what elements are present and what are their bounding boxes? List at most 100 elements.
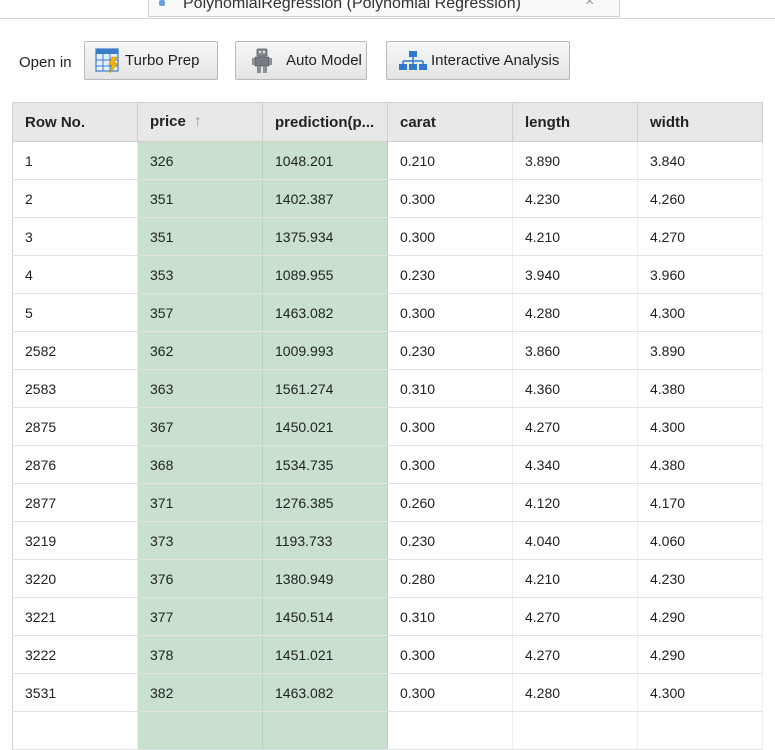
cell-prediction[interactable]: 1048.201 [262, 141, 388, 180]
cell-price[interactable]: 382 [137, 673, 263, 712]
cell-row-no[interactable]: 3531 [12, 673, 138, 712]
cell-carat[interactable]: 0.310 [387, 597, 513, 636]
cell-row-no[interactable]: 2876 [12, 445, 138, 484]
cell-width[interactable]: 4.300 [637, 407, 763, 446]
table-row[interactable]: 3221 377 1450.514 0.310 4.270 4.290 [12, 597, 763, 636]
cell-row-no[interactable]: 2583 [12, 369, 138, 408]
cell-prediction[interactable]: 1450.514 [262, 597, 388, 636]
interactive-analysis-button[interactable]: Interactive Analysis [386, 41, 570, 80]
cell-width[interactable]: 4.380 [637, 445, 763, 484]
cell-prediction[interactable]: 1380.949 [262, 559, 388, 598]
table-row[interactable]: 5 357 1463.082 0.300 4.280 4.300 [12, 293, 763, 332]
cell-width[interactable]: 4.260 [637, 179, 763, 218]
cell-length[interactable]: 4.270 [512, 635, 638, 674]
table-row[interactable]: 3222 378 1451.021 0.300 4.270 4.290 [12, 635, 763, 674]
cell-row-no[interactable]: 2877 [12, 483, 138, 522]
cell-price[interactable]: 353 [137, 255, 263, 294]
table-row[interactable]: 4 353 1089.955 0.230 3.940 3.960 [12, 255, 763, 294]
cell-carat[interactable]: 0.300 [387, 179, 513, 218]
cell-length[interactable]: 3.940 [512, 255, 638, 294]
cell-row-no[interactable]: 2 [12, 179, 138, 218]
cell-width[interactable]: 4.170 [637, 483, 763, 522]
table-row[interactable]: 1 326 1048.201 0.210 3.890 3.840 [12, 141, 763, 180]
table-row[interactable]: 2876 368 1534.735 0.300 4.340 4.380 [12, 445, 763, 484]
cell-price[interactable]: 362 [137, 331, 263, 370]
cell-carat[interactable]: 0.260 [387, 483, 513, 522]
table-row[interactable] [12, 711, 763, 750]
cell-row-no[interactable]: 3219 [12, 521, 138, 560]
cell-carat[interactable]: 0.230 [387, 255, 513, 294]
column-header-length[interactable]: length [512, 102, 638, 142]
cell-price[interactable]: 363 [137, 369, 263, 408]
column-header-width[interactable]: width [637, 102, 763, 142]
cell-length[interactable]: 4.230 [512, 179, 638, 218]
column-header-prediction[interactable]: prediction(p... [262, 102, 388, 142]
cell-row-no[interactable]: 1 [12, 141, 138, 180]
cell-length[interactable]: 3.860 [512, 331, 638, 370]
cell-prediction[interactable]: 1193.733 [262, 521, 388, 560]
cell-length[interactable]: 4.340 [512, 445, 638, 484]
cell-carat[interactable]: 0.230 [387, 521, 513, 560]
cell-width[interactable]: 4.300 [637, 673, 763, 712]
table-row[interactable]: 2877 371 1276.385 0.260 4.120 4.170 [12, 483, 763, 522]
cell-length[interactable]: 3.890 [512, 141, 638, 180]
cell-row-no[interactable]: 3221 [12, 597, 138, 636]
cell-row-no[interactable]: 4 [12, 255, 138, 294]
cell-price[interactable]: 357 [137, 293, 263, 332]
cell-carat[interactable]: 0.300 [387, 407, 513, 446]
cell-carat[interactable]: 0.300 [387, 293, 513, 332]
cell-carat[interactable] [387, 711, 513, 750]
cell-price[interactable]: 373 [137, 521, 263, 560]
cell-price[interactable]: 371 [137, 483, 263, 522]
cell-width[interactable]: 3.840 [637, 141, 763, 180]
cell-width[interactable]: 4.290 [637, 635, 763, 674]
cell-price[interactable]: 377 [137, 597, 263, 636]
cell-prediction[interactable] [262, 711, 388, 750]
cell-prediction[interactable]: 1463.082 [262, 673, 388, 712]
cell-carat[interactable]: 0.230 [387, 331, 513, 370]
cell-width[interactable]: 4.300 [637, 293, 763, 332]
cell-price[interactable]: 376 [137, 559, 263, 598]
cell-row-no[interactable]: 3222 [12, 635, 138, 674]
cell-row-no[interactable] [12, 711, 138, 750]
cell-carat[interactable]: 0.280 [387, 559, 513, 598]
table-row[interactable]: 2583 363 1561.274 0.310 4.360 4.380 [12, 369, 763, 408]
cell-row-no[interactable]: 5 [12, 293, 138, 332]
table-row[interactable]: 2582 362 1009.993 0.230 3.860 3.890 [12, 331, 763, 370]
cell-length[interactable]: 4.280 [512, 673, 638, 712]
auto-model-button[interactable]: Auto Model [235, 41, 367, 80]
cell-carat[interactable]: 0.300 [387, 445, 513, 484]
cell-prediction[interactable]: 1463.082 [262, 293, 388, 332]
close-icon[interactable]: × [585, 0, 594, 11]
cell-price[interactable]: 378 [137, 635, 263, 674]
cell-length[interactable]: 4.120 [512, 483, 638, 522]
cell-prediction[interactable]: 1561.274 [262, 369, 388, 408]
table-row[interactable]: 3219 373 1193.733 0.230 4.040 4.060 [12, 521, 763, 560]
column-header-carat[interactable]: carat [387, 102, 513, 142]
table-row[interactable]: 3531 382 1463.082 0.300 4.280 4.300 [12, 673, 763, 712]
cell-prediction[interactable]: 1089.955 [262, 255, 388, 294]
cell-carat[interactable]: 0.300 [387, 217, 513, 256]
cell-row-no[interactable]: 2582 [12, 331, 138, 370]
cell-price[interactable]: 326 [137, 141, 263, 180]
column-header-price[interactable]: price ↑ [137, 102, 263, 142]
cell-width[interactable]: 3.890 [637, 331, 763, 370]
cell-price[interactable]: 351 [137, 179, 263, 218]
cell-prediction[interactable]: 1451.021 [262, 635, 388, 674]
cell-length[interactable]: 4.280 [512, 293, 638, 332]
cell-price[interactable]: 367 [137, 407, 263, 446]
cell-row-no[interactable]: 3 [12, 217, 138, 256]
cell-width[interactable]: 4.270 [637, 217, 763, 256]
cell-length[interactable]: 4.210 [512, 559, 638, 598]
cell-width[interactable]: 4.230 [637, 559, 763, 598]
cell-carat[interactable]: 0.310 [387, 369, 513, 408]
cell-prediction[interactable]: 1402.387 [262, 179, 388, 218]
cell-width[interactable] [637, 711, 763, 750]
cell-length[interactable]: 4.210 [512, 217, 638, 256]
cell-carat[interactable]: 0.300 [387, 635, 513, 674]
cell-length[interactable]: 4.360 [512, 369, 638, 408]
cell-length[interactable]: 4.040 [512, 521, 638, 560]
column-header-row-no[interactable]: Row No. [12, 102, 138, 142]
turbo-prep-button[interactable]: Turbo Prep [84, 41, 218, 80]
cell-width[interactable]: 4.290 [637, 597, 763, 636]
